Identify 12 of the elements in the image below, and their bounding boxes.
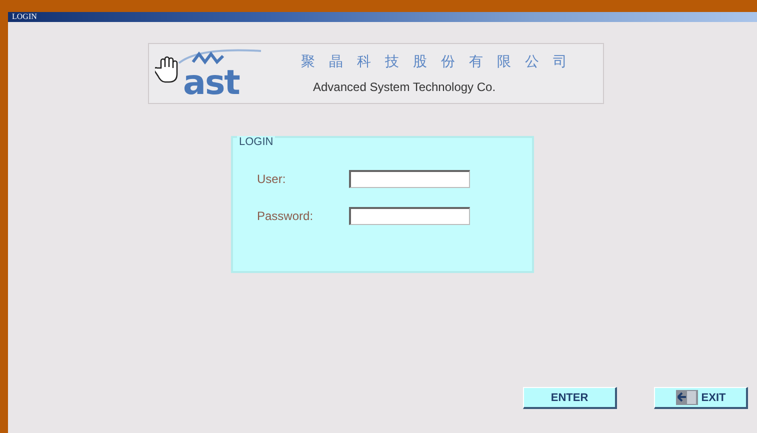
field-label: User: bbox=[257, 172, 287, 186]
password-field[interactable] bbox=[349, 207, 470, 225]
group-legend: LOGIN bbox=[237, 136, 276, 148]
exit-button[interactable]: EXIT bbox=[654, 387, 748, 409]
company-name-english: Advanced System Technology Co. bbox=[313, 80, 497, 94]
company-name-chinese: 聚晶科技股份有限公司 bbox=[301, 53, 581, 71]
field-label: Password: bbox=[257, 209, 314, 223]
logo-mark: ast bbox=[183, 66, 240, 100]
exit-door-icon bbox=[675, 389, 700, 406]
user-field[interactable] bbox=[349, 170, 470, 188]
window-title: LOGIN bbox=[8, 12, 757, 22]
enter-button[interactable]: ENTER bbox=[523, 387, 617, 409]
